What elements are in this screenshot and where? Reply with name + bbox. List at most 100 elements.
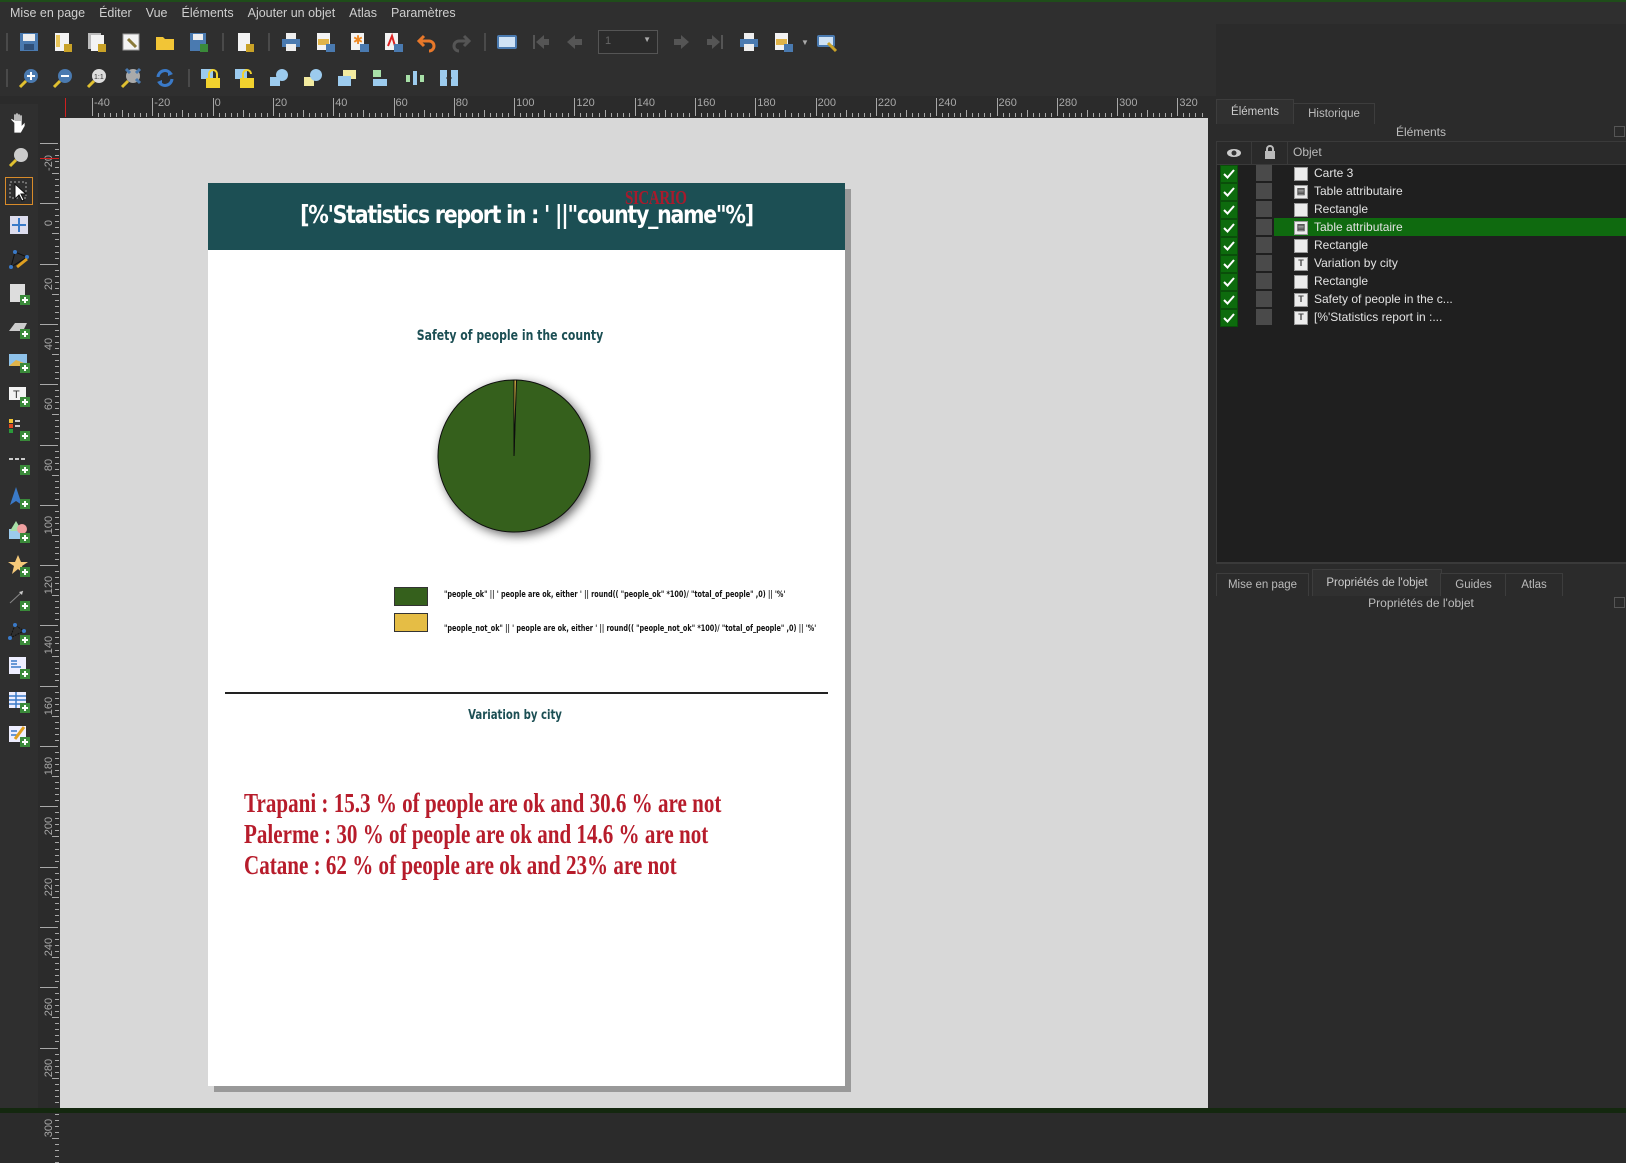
variation-by-city-label[interactable]: Variation by city xyxy=(425,708,604,723)
items-tree-row[interactable]: Rectangle xyxy=(1218,200,1626,219)
select-move-icon[interactable] xyxy=(5,177,33,205)
lock-checkbox[interactable] xyxy=(1256,183,1272,199)
pie-chart[interactable] xyxy=(430,372,610,552)
tab-layout[interactable]: Mise en page xyxy=(1216,573,1309,596)
add-3d-map-icon[interactable] xyxy=(6,314,32,340)
lock-checkbox[interactable] xyxy=(1256,201,1272,217)
city-line-trapani[interactable]: Trapani : 15.3 % of people are ok and 30… xyxy=(244,788,721,819)
zoom-full-icon[interactable] xyxy=(119,66,143,90)
tab-item-properties[interactable]: Propriétés de l'objet xyxy=(1312,569,1442,596)
new-report-icon[interactable] xyxy=(233,30,257,54)
atlas-preview-icon[interactable] xyxy=(495,30,519,54)
export-svg-icon[interactable]: ✱ xyxy=(347,30,371,54)
visibility-checkbox[interactable] xyxy=(1220,291,1238,309)
unlock-items-icon[interactable] xyxy=(233,66,257,90)
panel-splitter[interactable] xyxy=(1216,562,1626,564)
visibility-checkbox[interactable] xyxy=(1220,219,1238,237)
lock-checkbox[interactable] xyxy=(1256,219,1272,235)
menu-settings[interactable]: Paramètres xyxy=(391,6,456,20)
tab-atlas[interactable]: Atlas xyxy=(1505,573,1563,596)
dropdown-arrow-icon[interactable]: ▼ xyxy=(800,30,810,54)
chart-title-label[interactable]: Safety of people in the county xyxy=(409,328,612,344)
add-north-arrow-icon[interactable] xyxy=(6,484,32,510)
items-tree-row[interactable]: T [%'Statistics report in :... xyxy=(1218,308,1626,327)
zoom-out-icon[interactable] xyxy=(51,66,75,90)
lock-items-icon[interactable] xyxy=(199,66,223,90)
visibility-checkbox[interactable] xyxy=(1220,309,1238,327)
lock-checkbox[interactable] xyxy=(1256,291,1272,307)
visibility-checkbox[interactable] xyxy=(1220,165,1238,183)
visibility-checkbox[interactable] xyxy=(1220,273,1238,291)
add-node-item-icon[interactable] xyxy=(6,620,32,646)
add-arrow-icon[interactable] xyxy=(6,586,32,612)
lock-checkbox[interactable] xyxy=(1256,165,1272,181)
visibility-checkbox[interactable] xyxy=(1220,255,1238,273)
visibility-checkbox[interactable] xyxy=(1220,237,1238,255)
items-tree-row[interactable]: T Safety of people in the c... xyxy=(1218,290,1626,309)
atlas-settings-icon[interactable] xyxy=(815,30,839,54)
open-template-icon[interactable] xyxy=(153,30,177,54)
undock-panel-icon[interactable] xyxy=(1614,597,1625,608)
save-icon[interactable] xyxy=(17,30,41,54)
add-scalebar-icon[interactable] xyxy=(6,450,32,476)
zoom-tool-icon[interactable] xyxy=(6,144,32,170)
previous-feature-icon[interactable] xyxy=(563,30,587,54)
undo-icon[interactable] xyxy=(415,30,439,54)
first-feature-icon[interactable] xyxy=(529,30,553,54)
toolbar-handle[interactable] xyxy=(6,69,8,87)
add-marker-icon[interactable] xyxy=(6,552,32,578)
tab-history[interactable]: Historique xyxy=(1293,103,1375,124)
atlas-print-icon[interactable] xyxy=(737,30,761,54)
visibility-checkbox[interactable] xyxy=(1220,183,1238,201)
pan-icon[interactable] xyxy=(6,110,32,136)
layout-manager-icon[interactable] xyxy=(119,30,143,54)
print-icon[interactable] xyxy=(279,30,303,54)
atlas-page-select[interactable]: 1 ▼ xyxy=(598,30,658,54)
move-content-icon[interactable] xyxy=(6,212,32,238)
visible-column-header[interactable] xyxy=(1217,142,1252,164)
distribute-items-icon[interactable] xyxy=(403,66,427,90)
city-line-palerme[interactable]: Palerme : 30 % of people are ok and 14.6… xyxy=(244,819,708,850)
zoom-100-icon[interactable]: 1:1 xyxy=(85,66,109,90)
lock-checkbox[interactable] xyxy=(1256,309,1272,325)
add-map-icon[interactable] xyxy=(6,280,32,306)
add-html-icon[interactable] xyxy=(6,654,32,680)
lock-column-header[interactable] xyxy=(1252,142,1288,164)
menu-view[interactable]: Vue xyxy=(146,6,168,20)
export-image-icon[interactable] xyxy=(313,30,337,54)
resize-items-icon[interactable] xyxy=(437,66,461,90)
layout-page[interactable] xyxy=(208,183,845,1086)
last-feature-icon[interactable] xyxy=(703,30,727,54)
add-attribute-table-icon[interactable] xyxy=(6,688,32,714)
items-tree-row[interactable]: ▤ Table attributaire xyxy=(1218,182,1626,201)
undock-panel-icon[interactable] xyxy=(1614,126,1625,137)
redo-icon[interactable] xyxy=(449,30,473,54)
lock-checkbox[interactable] xyxy=(1256,273,1272,289)
menu-layout[interactable]: Mise en page xyxy=(10,6,85,20)
items-tree-row[interactable]: Rectangle xyxy=(1218,236,1626,255)
add-shape-icon[interactable] xyxy=(6,518,32,544)
lock-checkbox[interactable] xyxy=(1256,237,1272,253)
add-label-icon[interactable]: T xyxy=(6,382,32,408)
add-picture-icon[interactable] xyxy=(6,348,32,374)
horizontal-ruler[interactable]: -40 -20 0 20 40 60 80 100 120 140 160 180 200 220 240 2… xyxy=(60,96,1233,119)
divider-rectangle[interactable] xyxy=(225,692,828,694)
items-tree-row[interactable]: Carte 3 xyxy=(1218,164,1626,183)
toolbar-handle[interactable] xyxy=(6,33,8,51)
menu-atlas[interactable]: Atlas xyxy=(349,6,377,20)
ungroup-icon[interactable] xyxy=(301,66,325,90)
city-line-catane[interactable]: Catane : 62 % of people are ok and 23% a… xyxy=(244,850,677,881)
vertical-ruler[interactable]: -20 0 20 40 60 80 100 120 140 160 180 200 220 240 260 2… xyxy=(38,118,60,1163)
next-feature-icon[interactable] xyxy=(669,30,693,54)
items-tree-row[interactable]: ▤ Table attributaire xyxy=(1218,218,1626,237)
add-fixed-table-icon[interactable] xyxy=(6,722,32,748)
lock-checkbox[interactable] xyxy=(1256,255,1272,271)
menu-add-item[interactable]: Ajouter un objet xyxy=(248,6,336,20)
refresh-icon[interactable] xyxy=(153,66,177,90)
add-legend-icon[interactable] xyxy=(6,416,32,442)
object-column-header[interactable]: Objet xyxy=(1293,145,1322,159)
tab-guides[interactable]: Guides xyxy=(1440,573,1507,596)
save-as-template-icon[interactable] xyxy=(187,30,211,54)
group-icon[interactable] xyxy=(267,66,291,90)
menu-edit[interactable]: Éditer xyxy=(99,6,132,20)
